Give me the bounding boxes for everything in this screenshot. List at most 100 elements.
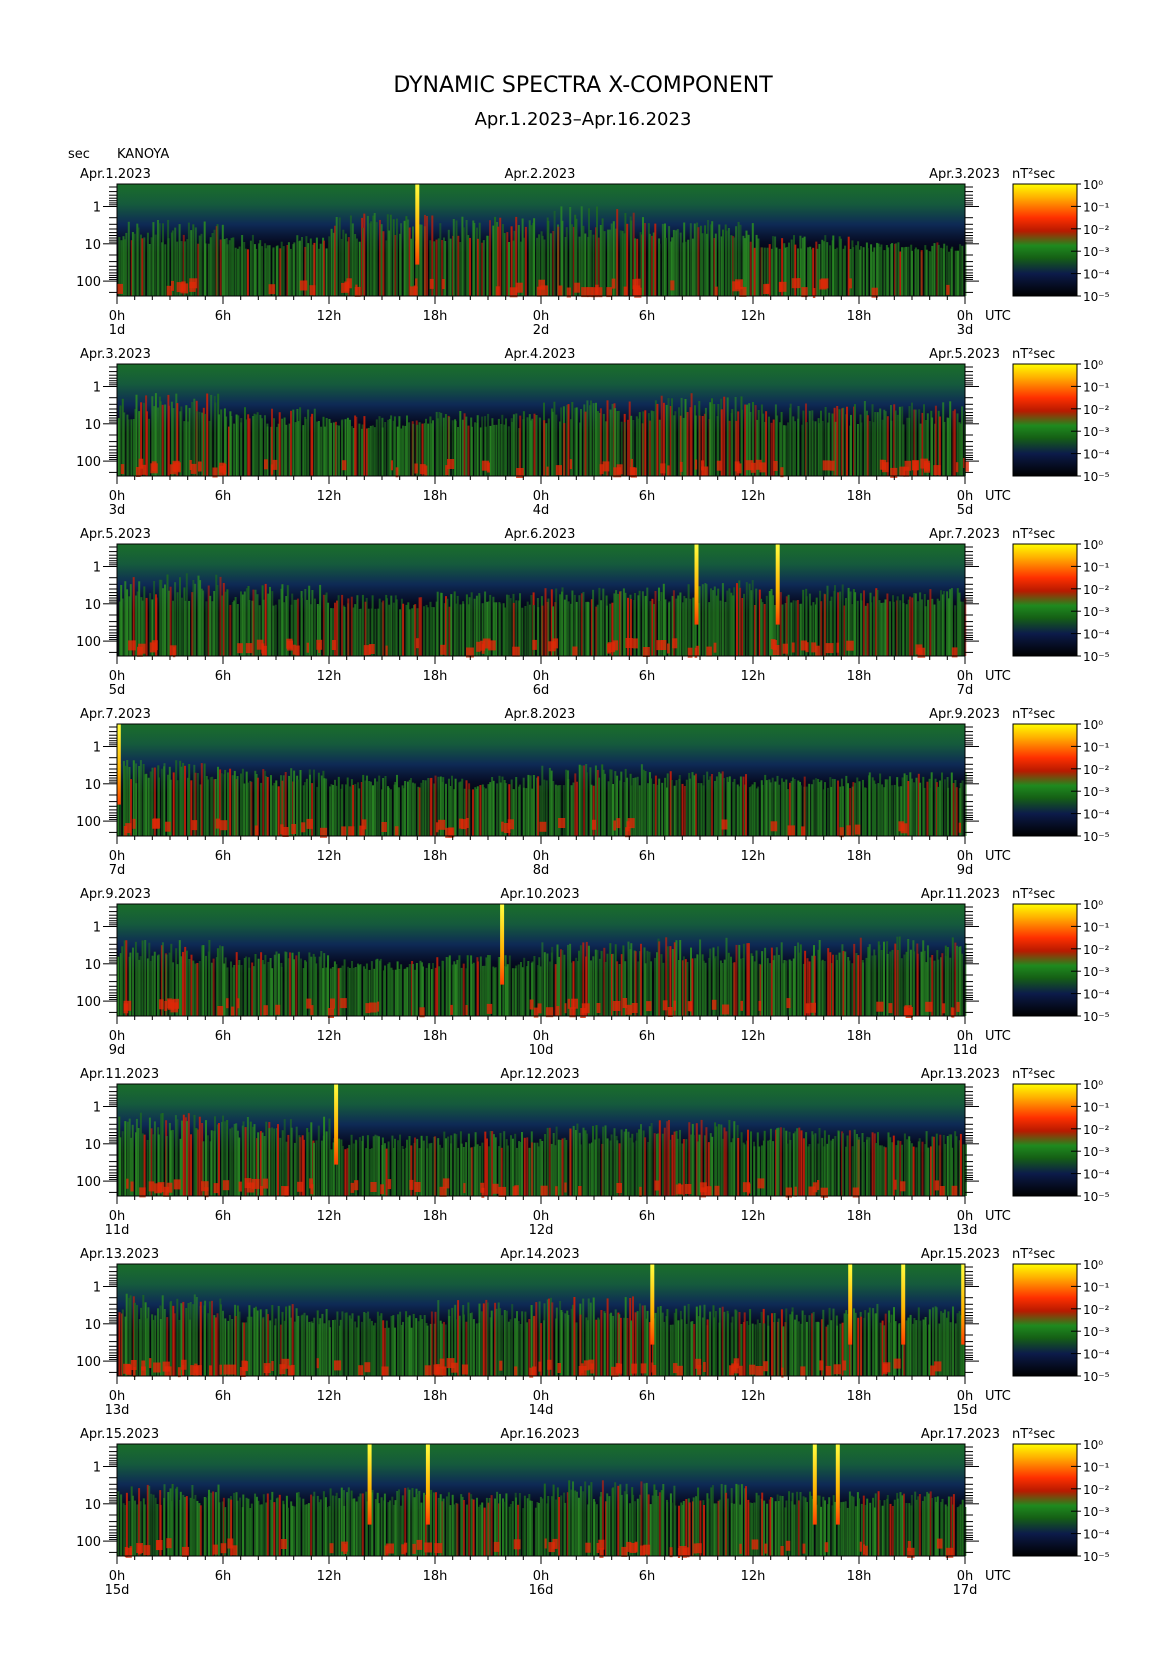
spectrogram-panel-3: Apr.5.2023 Apr.6.2023 Apr.7.20231101000h 6h… bbox=[76, 527, 1109, 698]
day-label: 3d bbox=[109, 503, 126, 518]
activity-stroke bbox=[947, 787, 950, 836]
activity-stroke bbox=[547, 220, 550, 296]
activity-stroke bbox=[439, 223, 442, 296]
activity-stroke bbox=[961, 953, 964, 1016]
activity-hotspot bbox=[498, 1186, 507, 1197]
activity-stroke bbox=[391, 969, 394, 1016]
activity-stroke bbox=[442, 417, 445, 476]
activity-stroke bbox=[799, 1492, 802, 1556]
activity-stroke bbox=[780, 942, 783, 1016]
activity-hotspot bbox=[854, 824, 861, 835]
activity-stroke bbox=[510, 1135, 512, 1196]
activity-stroke bbox=[730, 956, 732, 1016]
activity-stroke bbox=[330, 608, 333, 656]
activity-stroke bbox=[424, 780, 427, 836]
activity-stroke bbox=[199, 1301, 202, 1376]
activity-stroke bbox=[606, 1298, 609, 1376]
activity-stroke bbox=[182, 1114, 185, 1196]
day-label: 14d bbox=[529, 1403, 554, 1418]
activity-stroke bbox=[405, 1311, 408, 1376]
activity-stroke bbox=[778, 784, 781, 836]
activity-stroke bbox=[870, 602, 873, 656]
activity-stroke bbox=[582, 591, 585, 656]
activity-stroke bbox=[153, 951, 156, 1016]
colorbar-tick-label: 10⁰ bbox=[1083, 898, 1103, 912]
activity-hotspot bbox=[292, 644, 296, 655]
activity-stroke bbox=[473, 598, 476, 656]
activity-stroke bbox=[289, 952, 291, 1016]
activity-stroke bbox=[745, 230, 748, 296]
x-axis-ticks bbox=[116, 836, 966, 844]
activity-stroke bbox=[359, 608, 362, 656]
activity-stroke bbox=[492, 225, 495, 296]
activity-stroke bbox=[709, 948, 712, 1016]
activity-stroke bbox=[462, 603, 465, 656]
activity-hotspot bbox=[735, 279, 743, 290]
activity-hotspot bbox=[130, 1181, 134, 1192]
activity-stroke bbox=[508, 955, 511, 1016]
x-tick-label: 12h bbox=[741, 1029, 766, 1044]
activity-stroke bbox=[710, 588, 712, 656]
activity-stroke bbox=[654, 591, 657, 656]
activity-stroke bbox=[174, 227, 177, 296]
activity-stroke bbox=[330, 228, 333, 296]
activity-hotspot bbox=[634, 1542, 638, 1553]
activity-stroke bbox=[293, 959, 295, 1016]
activity-stroke bbox=[347, 598, 350, 656]
activity-hotspot bbox=[331, 640, 336, 650]
activity-hotspot bbox=[123, 826, 128, 836]
activity-stroke bbox=[430, 607, 433, 656]
activity-stroke bbox=[959, 1504, 962, 1556]
activity-stroke bbox=[253, 413, 256, 476]
activity-stroke bbox=[854, 592, 857, 656]
activity-stroke bbox=[717, 946, 719, 1016]
activity-hotspot bbox=[344, 281, 350, 292]
utc-label: UTC bbox=[985, 849, 1011, 864]
activity-stroke bbox=[276, 245, 279, 296]
activity-stroke bbox=[192, 580, 195, 656]
colorbar-tick-label: 10⁰ bbox=[1083, 1078, 1103, 1092]
activity-stroke bbox=[260, 418, 263, 476]
activity-stroke bbox=[271, 1491, 274, 1556]
activity-stroke bbox=[950, 588, 953, 656]
activity-stroke bbox=[130, 419, 133, 476]
activity-stroke bbox=[255, 248, 258, 296]
activity-stroke bbox=[608, 1496, 611, 1556]
activity-stroke bbox=[857, 955, 860, 1016]
activity-hotspot bbox=[191, 820, 198, 831]
activity-stroke bbox=[717, 588, 720, 656]
activity-stroke bbox=[359, 1493, 362, 1556]
x-tick-label: 6h bbox=[215, 669, 232, 684]
activity-stroke bbox=[821, 1137, 824, 1196]
activity-hotspot bbox=[713, 642, 717, 653]
activity-stroke bbox=[457, 1147, 460, 1196]
activity-stroke bbox=[479, 1504, 482, 1556]
activity-stroke bbox=[872, 1497, 875, 1556]
activity-stroke bbox=[325, 248, 328, 296]
activity-stroke bbox=[176, 780, 179, 836]
activity-stroke bbox=[353, 1498, 356, 1556]
activity-stroke bbox=[755, 950, 758, 1016]
activity-stroke bbox=[572, 1125, 575, 1196]
activity-stroke bbox=[361, 1493, 364, 1556]
activity-hotspot bbox=[955, 462, 959, 473]
x-tick-label: 0h bbox=[109, 849, 126, 864]
activity-stroke bbox=[620, 1494, 623, 1556]
activity-stroke bbox=[415, 1318, 418, 1376]
colorbar-tick-label: 10⁻⁵ bbox=[1083, 830, 1110, 844]
activity-stroke bbox=[921, 1500, 924, 1556]
activity-stroke bbox=[929, 589, 932, 656]
activity-stroke bbox=[626, 1318, 629, 1376]
activity-stroke bbox=[194, 1494, 197, 1556]
activity-stroke bbox=[302, 1139, 305, 1196]
activity-stroke bbox=[603, 231, 606, 296]
activity-stroke bbox=[555, 1126, 558, 1196]
colorbar-tick-label: 10⁻⁴ bbox=[1083, 448, 1110, 462]
activity-stroke bbox=[320, 426, 323, 476]
day-label: 13d bbox=[105, 1403, 130, 1418]
activity-stroke bbox=[604, 1125, 607, 1196]
activity-stroke bbox=[150, 237, 153, 296]
activity-stroke bbox=[315, 963, 318, 1016]
activity-stroke bbox=[305, 1504, 308, 1556]
activity-stroke bbox=[506, 1145, 509, 1196]
